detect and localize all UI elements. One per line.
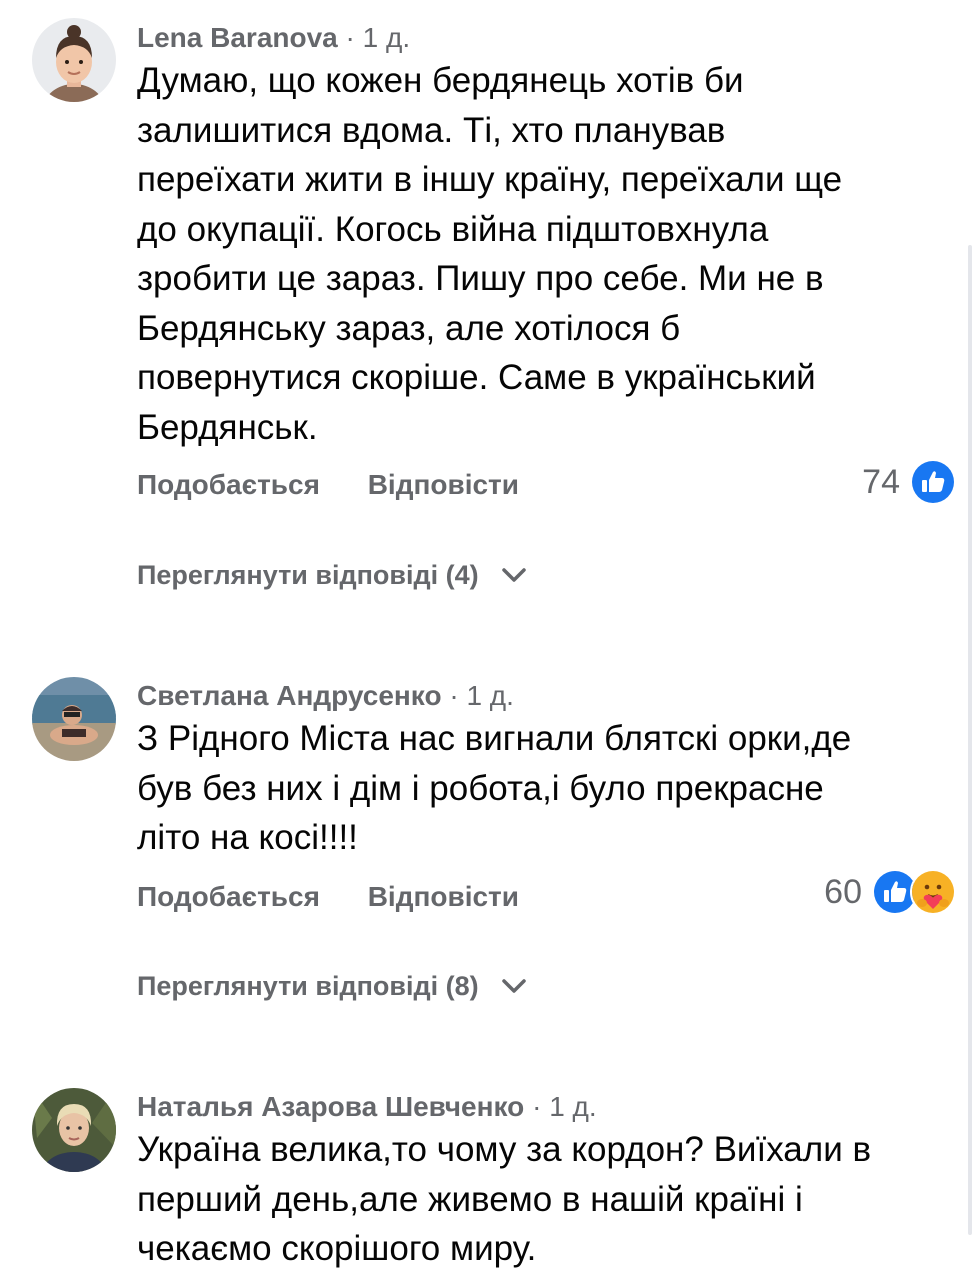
avatar[interactable] — [32, 677, 116, 761]
view-replies-label: Переглянути відповіді (4) — [137, 560, 479, 590]
like-icon — [910, 459, 956, 505]
separator-dot: · — [449, 680, 459, 711]
comment-header: Светлана Андрусенко · 1 д. — [137, 678, 514, 714]
like-button[interactable]: Подобається — [137, 469, 320, 500]
comment-actions: Подобається Відповісти — [137, 465, 559, 505]
separator-dot: · — [532, 1091, 542, 1122]
avatar[interactable] — [32, 18, 116, 102]
timestamp[interactable]: 1 д. — [363, 22, 410, 53]
author-name[interactable]: Наталья Азарова Шевченко — [137, 1091, 524, 1122]
timestamp[interactable]: 1 д. — [549, 1091, 596, 1122]
view-replies-link[interactable]: Переглянути відповіді (4) — [137, 555, 529, 595]
timestamp[interactable]: 1 д. — [466, 680, 513, 711]
author-name[interactable]: Lena Baranova — [137, 22, 338, 53]
reactions-summary[interactable]: 74 — [862, 459, 956, 505]
comment-actions: Подобається Відповісти — [137, 877, 559, 917]
comment-text: Думаю, що кожен бердянець хотів би залиш… — [137, 61, 843, 447]
reactions-summary[interactable]: 60 — [824, 869, 956, 915]
comment-header: Наталья Азарова Шевченко · 1 д. — [137, 1089, 597, 1125]
reaction-count: 74 — [862, 462, 900, 501]
reply-button[interactable]: Відповісти — [368, 881, 519, 912]
separator-dot: · — [345, 22, 355, 53]
chevron-down-icon — [501, 979, 526, 993]
scrollbar[interactable] — [968, 245, 972, 1235]
like-button[interactable]: Подобається — [137, 881, 320, 912]
author-name[interactable]: Светлана Андрусенко — [137, 680, 442, 711]
view-replies-label: Переглянути відповіді (8) — [137, 971, 479, 1001]
comment-text: З Рідного Міста нас вигнали блятскі орки… — [137, 719, 852, 857]
chevron-down-icon — [501, 568, 526, 582]
avatar[interactable] — [32, 1088, 116, 1172]
care-icon — [910, 869, 956, 915]
reply-button[interactable]: Відповісти — [368, 469, 519, 500]
comment-header: Lena Baranova · 1 д. — [137, 20, 410, 56]
reaction-count: 60 — [824, 872, 862, 911]
view-replies-link[interactable]: Переглянути відповіді (8) — [137, 966, 529, 1006]
comments-feed: Lena Baranova · 1 д. Думаю, що кожен бер… — [0, 0, 976, 1280]
comment-text: Україна велика,то чому за кордон? Виїхал… — [137, 1130, 872, 1268]
